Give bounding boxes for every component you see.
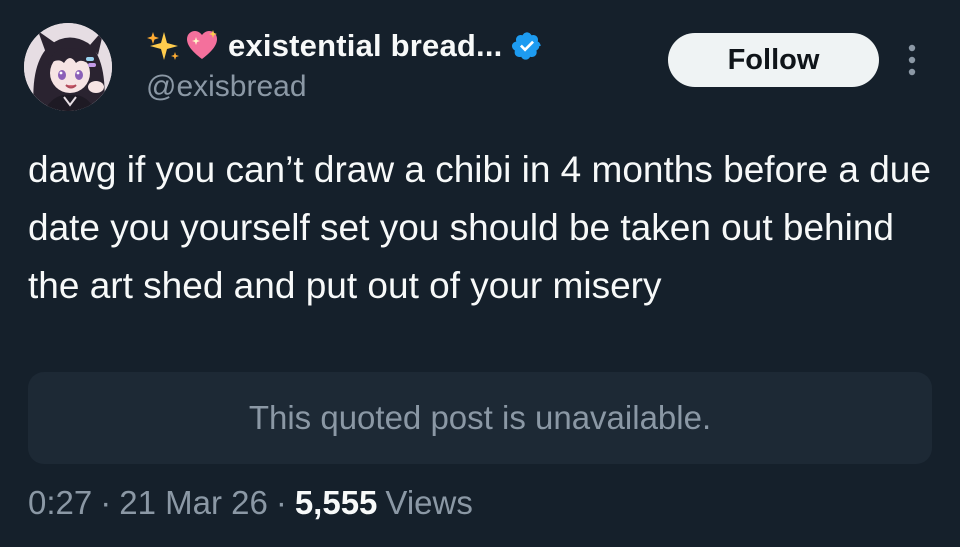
separator: · xyxy=(275,484,287,521)
quoted-post-placeholder: This quoted post is unavailable. xyxy=(28,372,932,464)
follow-button[interactable]: Follow xyxy=(668,33,879,87)
author-name-row[interactable]: existential bread... xyxy=(146,26,543,66)
author-display-name[interactable]: existential bread... xyxy=(228,28,503,64)
tweet-meta: 0:27 · 21 Mar 26 · 5,555 Views xyxy=(28,480,473,526)
separator: · xyxy=(100,484,112,521)
views-label: Views xyxy=(385,484,473,521)
quoted-post-unavailable-text: This quoted post is unavailable. xyxy=(248,399,712,436)
more-vertical-icon[interactable] xyxy=(900,42,924,78)
tweet-date[interactable]: 21 Mar 26 xyxy=(119,484,268,522)
verified-badge-icon[interactable] xyxy=(511,30,543,62)
sparkles-emoji-icon xyxy=(146,28,182,64)
views-count: 5,555 xyxy=(294,484,378,521)
tweet-time[interactable]: 0:27 xyxy=(28,484,92,522)
sparkling-heart-emoji-icon xyxy=(184,28,220,64)
anime-girl-avatar-icon xyxy=(24,23,112,111)
author-handle[interactable]: @exisbread xyxy=(146,70,307,104)
tweet-text: dawg if you can’t draw a chibi in 4 mont… xyxy=(28,149,931,306)
avatar[interactable] xyxy=(24,23,112,111)
